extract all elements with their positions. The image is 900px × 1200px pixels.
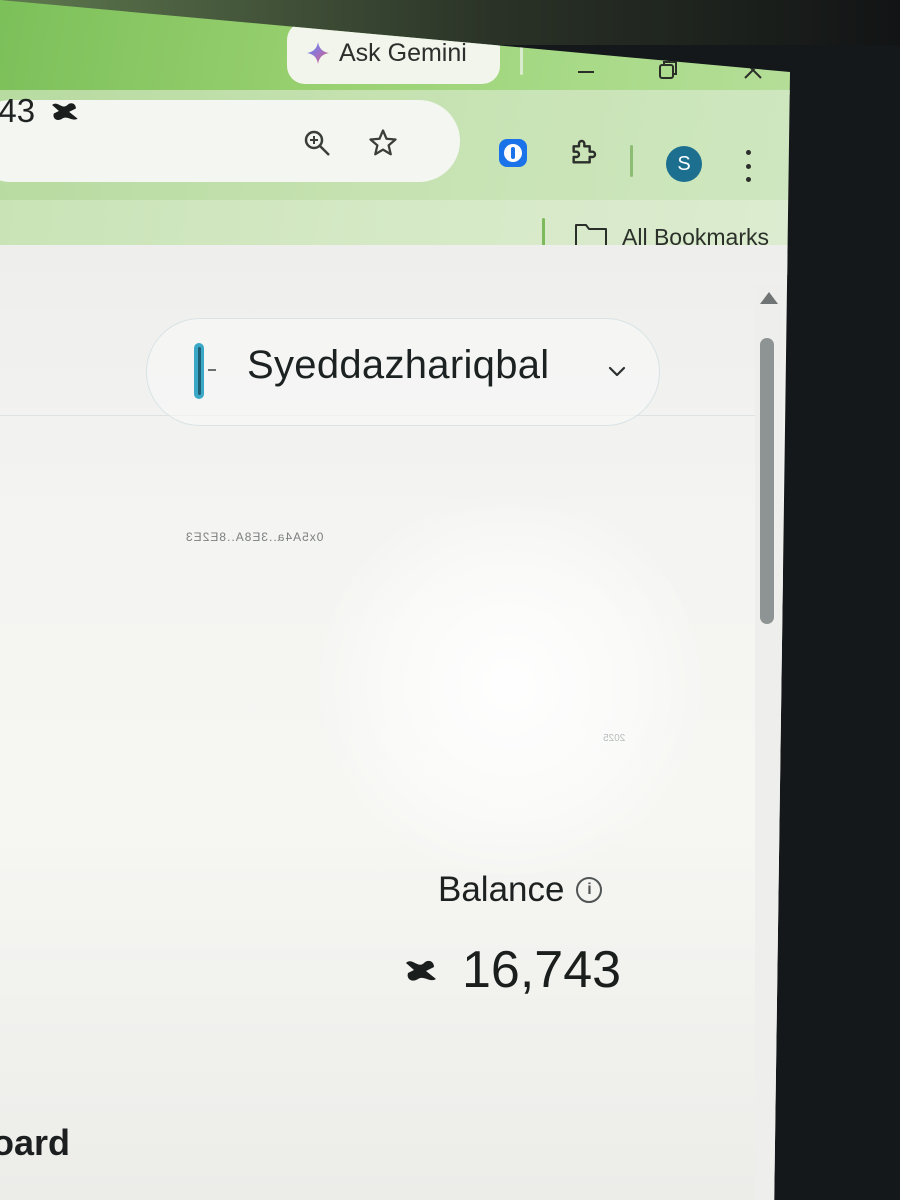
title-separator [520, 45, 523, 75]
user-avatar-icon [194, 343, 216, 399]
zoom-icon [304, 130, 330, 156]
minimize-button[interactable] [568, 52, 604, 88]
bookmarks-separator [542, 218, 545, 248]
sidebar-dashboard-link[interactable]: oard [0, 1122, 70, 1164]
user-account-dropdown[interactable]: Syeddazhariqbal [146, 318, 660, 426]
toolbar-separator [630, 145, 633, 177]
restore-icon [659, 61, 677, 79]
scrollbar-thumb[interactable] [760, 338, 774, 624]
balance-heading: Balance i [438, 870, 603, 910]
profile-avatar[interactable]: S [666, 146, 702, 182]
coin-icon [52, 103, 78, 121]
minimize-icon [578, 71, 594, 73]
extensions-button[interactable] [565, 135, 601, 171]
screen-glare [320, 495, 700, 875]
chevron-down-icon [608, 366, 626, 377]
coin-icon [406, 960, 436, 981]
kebab-menu-icon[interactable] [738, 150, 758, 182]
zoom-button[interactable] [302, 128, 332, 158]
footnote-text: 2025 [603, 733, 626, 744]
info-icon[interactable]: i [576, 877, 603, 903]
balance-value: 16,743 [462, 941, 622, 999]
balance-label: Balance [438, 870, 565, 909]
header-balance: 743 [0, 92, 81, 130]
star-icon [369, 129, 397, 156]
scroll-up-arrow-icon[interactable] [760, 292, 778, 304]
close-icon [744, 61, 762, 79]
gemini-sparkle-icon [307, 42, 329, 64]
header-balance-value: 743 [0, 92, 36, 129]
wallet-address-text: 0x5A4a..3E8A..8E2E3 [185, 530, 324, 544]
ask-gemini-label: Ask Gemini [339, 38, 467, 67]
close-button[interactable] [735, 52, 771, 88]
browser-toolbar [0, 90, 790, 200]
1password-icon [499, 139, 527, 167]
1password-extension-button[interactable] [495, 135, 531, 171]
username-label: Syeddazhariqbal [247, 343, 550, 387]
browser-window: Ask Gemini S All Bookmarks 43 Syeddazhar… [0, 0, 790, 1200]
restore-button[interactable] [650, 52, 686, 88]
puzzle-extension-icon [572, 139, 597, 164]
balance-amount: 16,743 [400, 940, 621, 1000]
bookmark-star-button[interactable] [368, 128, 398, 158]
